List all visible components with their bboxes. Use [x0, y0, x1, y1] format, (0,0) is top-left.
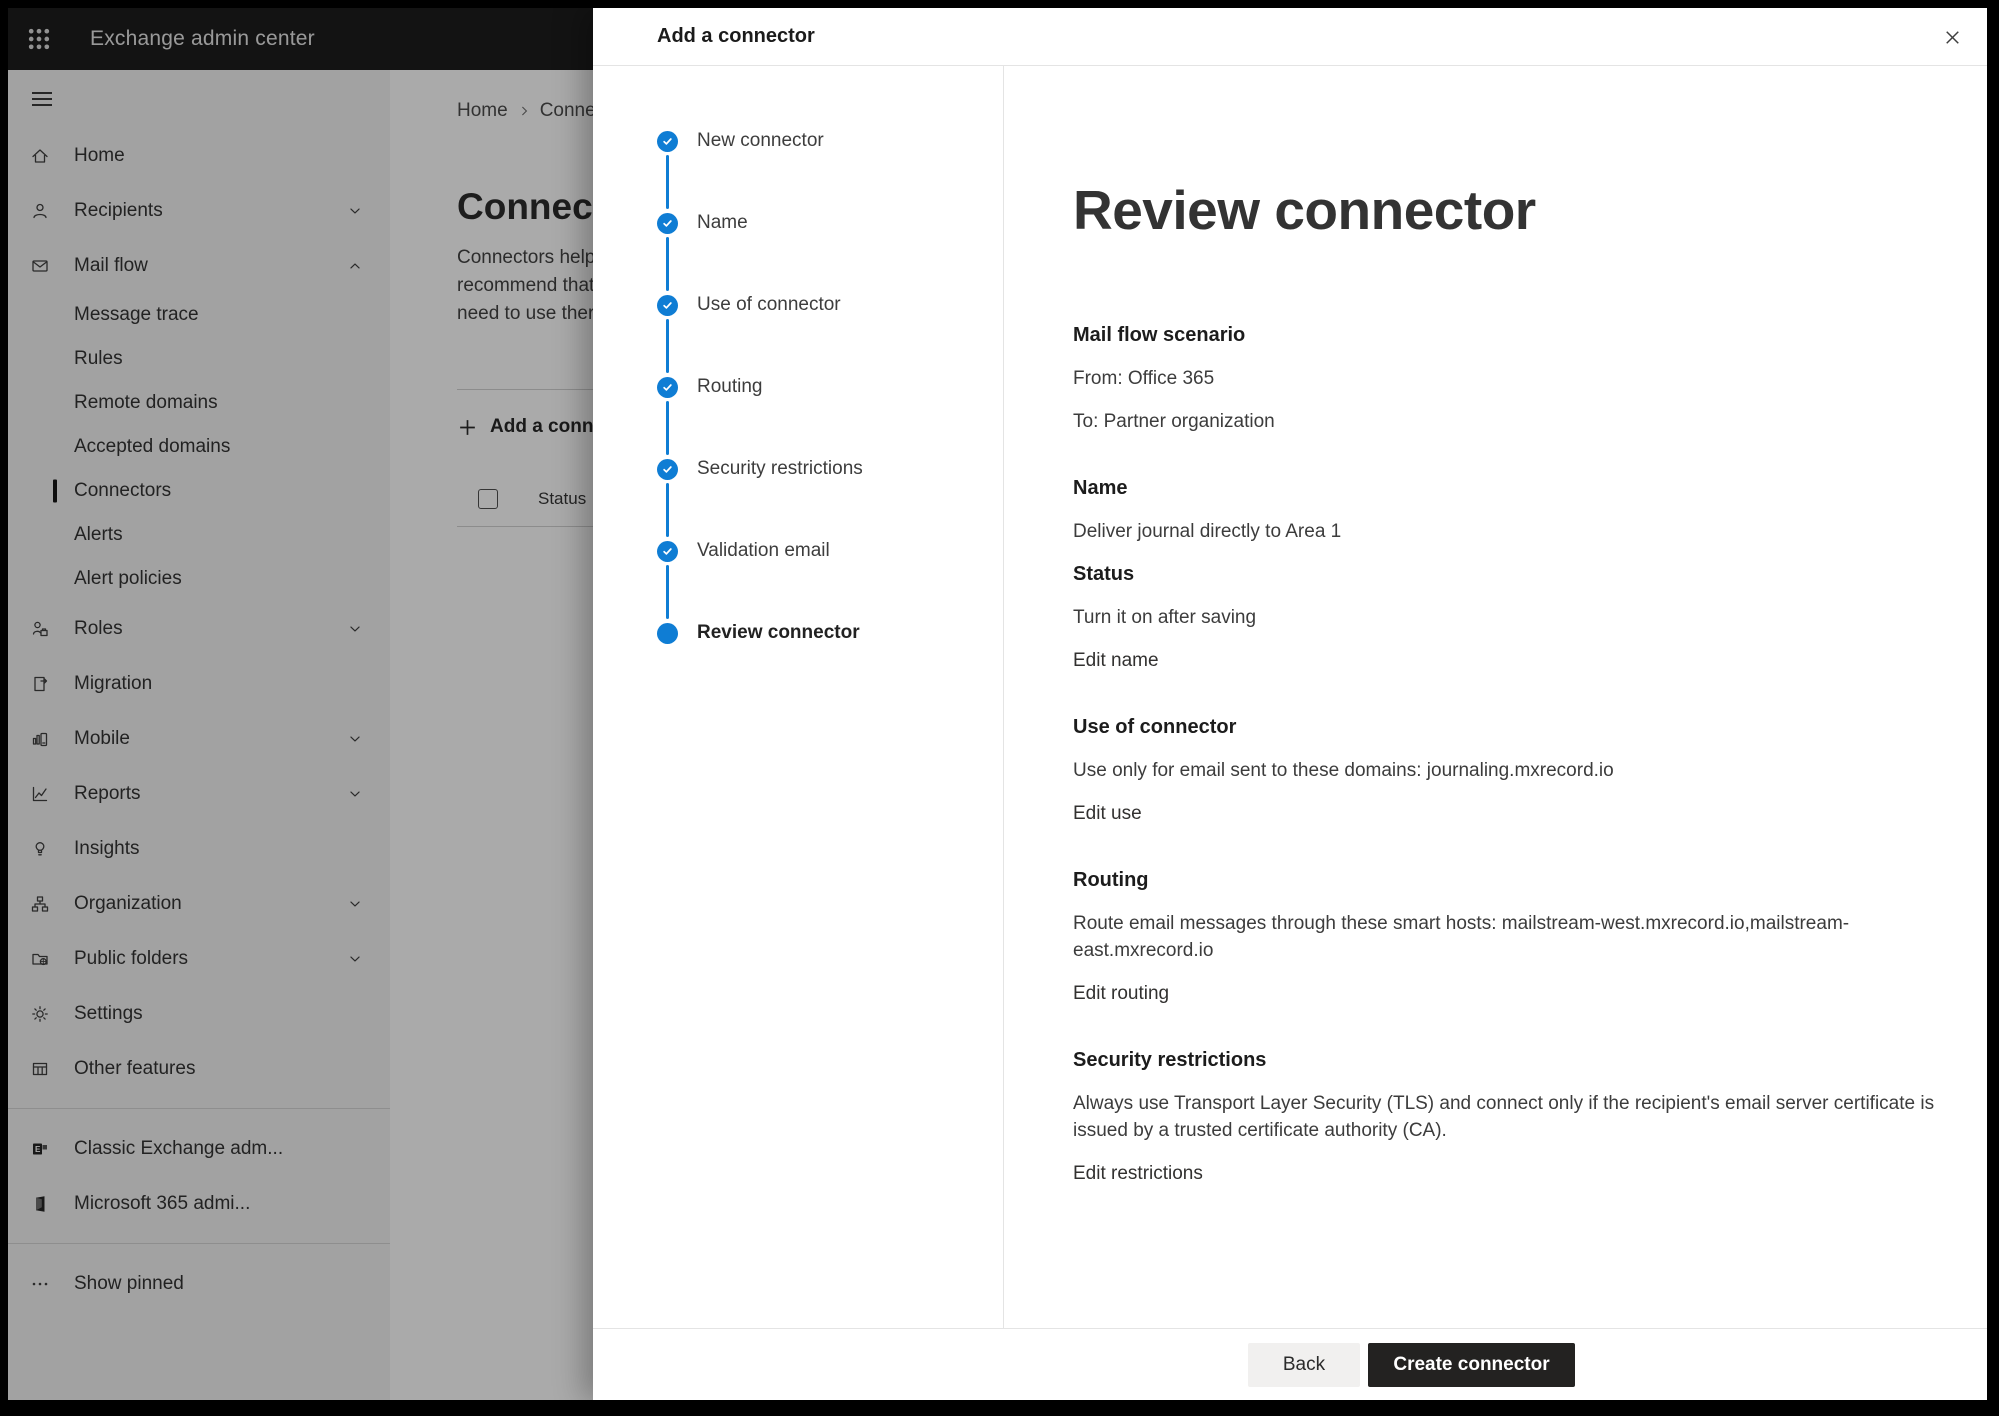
review-sections: Mail flow scenario From: Office 365 To: Pa… [1073, 322, 1947, 1187]
step-connector-line [666, 155, 669, 209]
step-label: Validation email [697, 540, 830, 562]
edit-use-link[interactable]: Edit use [1073, 800, 1947, 827]
wizard-step-review-connector[interactable]: Review connector [657, 612, 860, 654]
edit-name-link[interactable]: Edit name [1073, 647, 1947, 674]
section-gap [1073, 451, 1947, 475]
review-text: Deliver journal directly to Area 1 [1073, 518, 1947, 545]
review-text: Use only for email sent to these domains… [1073, 757, 1947, 784]
step-label: Review connector [697, 622, 860, 644]
review-content: Review connector Mail flow scenario From:… [1005, 66, 1987, 1328]
step-completed-check-icon [657, 459, 678, 480]
dialog-body: New connector Name Use of connector Routing… [593, 66, 1987, 1328]
wizard-step-name[interactable]: Name [657, 202, 748, 244]
section-header-use-of-connector: Use of connector [1073, 714, 1947, 741]
create-connector-button[interactable]: Create connector [1368, 1343, 1575, 1387]
section-header-mail-flow-scenario: Mail flow scenario [1073, 322, 1947, 349]
step-connector-line [666, 237, 669, 291]
dialog-header: Add a connector [593, 8, 1987, 66]
review-text: Turn it on after saving [1073, 604, 1947, 631]
step-label: Use of connector [697, 294, 841, 316]
step-completed-check-icon [657, 541, 678, 562]
step-connector-line [666, 483, 669, 537]
review-text: From: Office 365 [1073, 365, 1947, 392]
step-completed-check-icon [657, 131, 678, 152]
dialog-title: Add a connector [657, 25, 815, 48]
step-label: New connector [697, 130, 824, 152]
step-connector-line [666, 319, 669, 373]
wizard-step-validation-email[interactable]: Validation email [657, 530, 830, 572]
wizard-step-routing[interactable]: Routing [657, 366, 763, 408]
wizard-steps-panel: New connector Name Use of connector Routing… [593, 66, 1004, 1328]
edit-restrictions-link[interactable]: Edit restrictions [1073, 1160, 1947, 1187]
review-heading: Review connector [1073, 178, 1947, 242]
step-current-dot-icon [657, 623, 678, 644]
edit-routing-link[interactable]: Edit routing [1073, 980, 1947, 1007]
step-completed-check-icon [657, 377, 678, 398]
section-header-routing: Routing [1073, 867, 1947, 894]
wizard-step-new-connector[interactable]: New connector [657, 120, 824, 162]
exchange-admin-app: Exchange admin center HomeRecipientsMail… [8, 8, 1987, 1400]
step-completed-check-icon [657, 295, 678, 316]
wizard-step-use-of-connector[interactable]: Use of connector [657, 284, 841, 326]
review-text: Always use Transport Layer Security (TLS… [1073, 1090, 1947, 1144]
screen-frame: Exchange admin center HomeRecipientsMail… [0, 0, 1999, 1416]
close-icon [1942, 27, 1963, 48]
review-text: Route email messages through these smart… [1073, 910, 1947, 964]
close-dialog-button[interactable] [1935, 20, 1969, 54]
section-header-name: Name [1073, 475, 1947, 502]
section-gap [1073, 843, 1947, 867]
review-text: To: Partner organization [1073, 408, 1947, 435]
section-header-status: Status [1073, 561, 1947, 588]
step-completed-check-icon [657, 213, 678, 234]
step-connector-line [666, 565, 669, 619]
back-button[interactable]: Back [1248, 1343, 1360, 1387]
wizard-step-security-restrictions[interactable]: Security restrictions [657, 448, 863, 490]
section-gap [1073, 1023, 1947, 1047]
step-connector-line [666, 401, 669, 455]
step-label: Security restrictions [697, 458, 863, 480]
section-header-security-restrictions: Security restrictions [1073, 1047, 1947, 1074]
dialog-footer: Back Create connector [593, 1328, 1987, 1400]
add-connector-dialog: Add a connector New connector Name Use of … [593, 8, 1987, 1400]
step-label: Routing [697, 376, 763, 398]
step-label: Name [697, 212, 748, 234]
section-gap [1073, 690, 1947, 714]
